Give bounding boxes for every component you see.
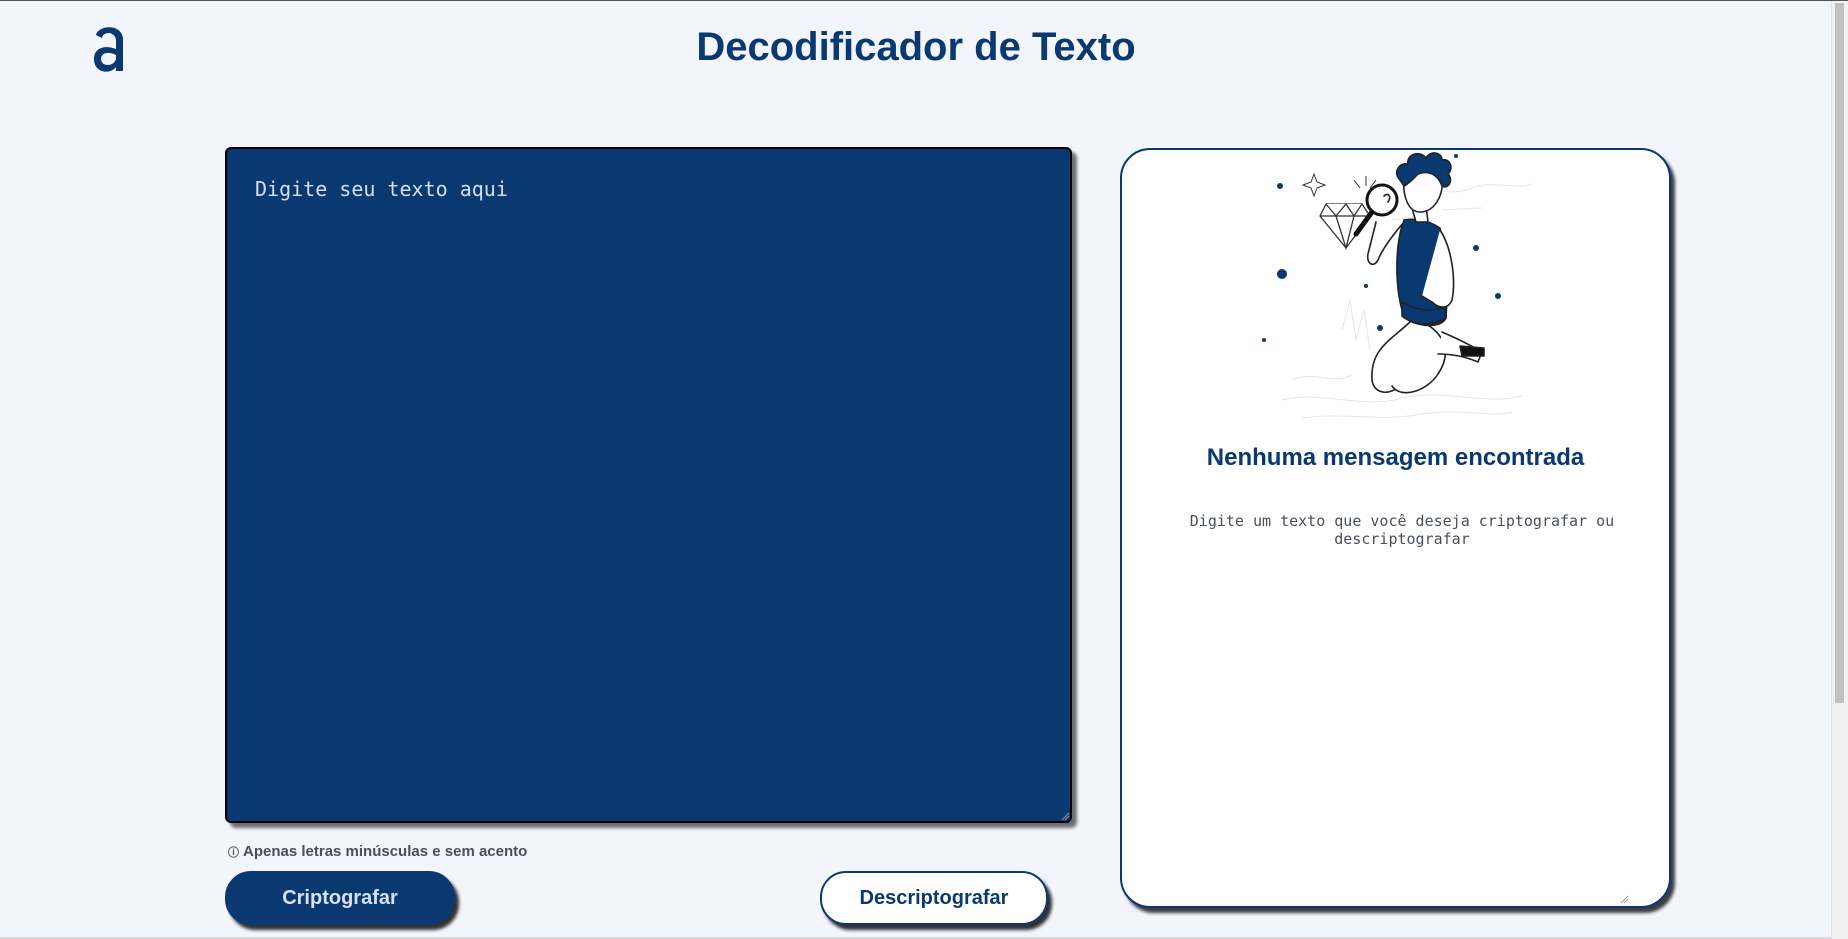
resize-grip-icon[interactable]: [1060, 811, 1070, 821]
vertical-scrollbar[interactable]: [1831, 1, 1848, 939]
text-input[interactable]: [225, 147, 1072, 823]
scrollbar-thumb[interactable]: [1835, 3, 1844, 703]
input-hint: ⓘ Apenas letras minúsculas e sem acento: [228, 843, 527, 860]
hint-text: Apenas letras minúsculas e sem acento: [243, 843, 528, 860]
page: Decodificador de Texto ⓘ Apenas letras m…: [0, 0, 1848, 939]
decrypt-button[interactable]: Descriptografar: [820, 871, 1048, 925]
info-icon: ⓘ: [228, 846, 239, 859]
resize-grip-icon[interactable]: [1619, 894, 1629, 904]
output-title: Nenhuma mensagem encontrada: [1206, 444, 1585, 471]
boy-with-magnifying-glass-illustration: [1262, 152, 1533, 419]
encrypt-button[interactable]: Criptografar: [225, 871, 455, 925]
output-description: Digite um texto que você deseja criptogr…: [1189, 512, 1615, 548]
page-title: Decodificador de Texto: [696, 25, 1136, 69]
output-panel: Nenhuma mensagem encontrada Digite um te…: [1120, 148, 1671, 908]
